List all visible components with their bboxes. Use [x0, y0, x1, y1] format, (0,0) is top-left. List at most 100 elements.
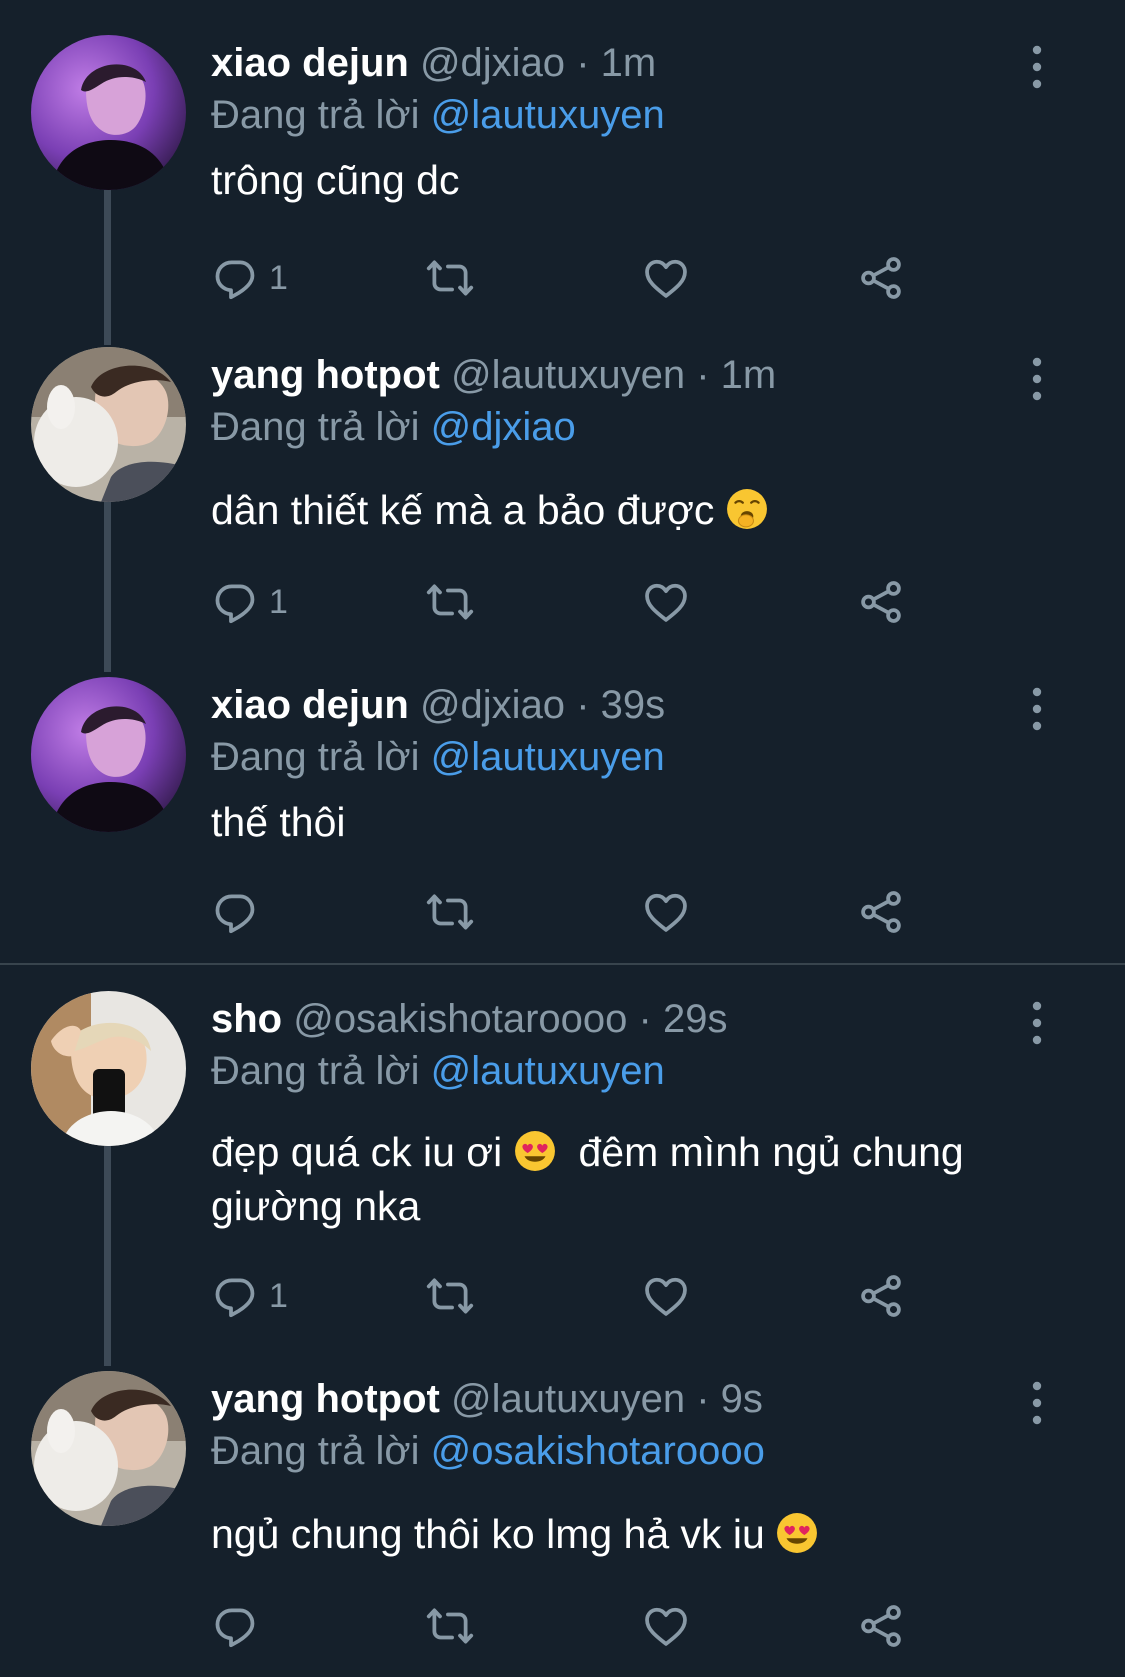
yawning-face-emoji	[726, 488, 768, 530]
reply-button[interactable]: 1	[211, 574, 288, 630]
avatar-xiao-dejun[interactable]	[31, 35, 186, 190]
timestamp[interactable]: 1m	[601, 41, 657, 85]
thread-line	[104, 1146, 111, 1366]
heart-eyes-emoji	[776, 1512, 818, 1554]
action-bar: 1	[211, 574, 931, 630]
like-button[interactable]	[641, 1598, 691, 1654]
like-button[interactable]	[641, 250, 691, 306]
more-options-icon[interactable]	[1027, 687, 1047, 731]
retweet-button[interactable]	[425, 1268, 475, 1324]
like-button[interactable]	[641, 1268, 691, 1324]
retweet-icon	[425, 253, 475, 303]
mention-link[interactable]: @osakishotaroooo	[431, 1429, 765, 1473]
reply-count: 1	[269, 582, 288, 621]
separator: ·	[696, 353, 710, 397]
like-button[interactable]	[641, 574, 691, 630]
display-name[interactable]: yang hotpot	[211, 1377, 440, 1421]
display-name[interactable]: xiao dejun	[211, 41, 409, 85]
retweet-button[interactable]	[425, 1598, 475, 1654]
share-icon	[856, 253, 906, 303]
reply-thread-feed: xiao dejun @djxiao · 1m Đang trả lời @la…	[0, 0, 1125, 1677]
action-bar	[211, 1598, 931, 1654]
replying-to-label: Đang trả lời	[211, 1049, 420, 1093]
share-icon	[856, 1601, 906, 1651]
tweet-text: đẹp quá ck iu ơi đêm mình ngủ chung giườn…	[211, 1125, 1051, 1233]
avatar-yang-hotpot[interactable]	[31, 1371, 186, 1526]
separator: ·	[576, 683, 590, 727]
display-name[interactable]: yang hotpot	[211, 353, 440, 397]
reply-icon	[211, 1601, 261, 1651]
reply-icon	[211, 253, 261, 303]
handle[interactable]: @djxiao	[420, 41, 565, 85]
action-bar	[211, 884, 931, 940]
tweet-3[interactable]: xiao dejun @djxiao · 39s Đang trả lời @l…	[0, 677, 1125, 937]
tweet-text-content: dân thiết kế mà a bảo được	[211, 487, 715, 533]
avatar-yang-hotpot[interactable]	[31, 347, 186, 502]
like-button[interactable]	[641, 884, 691, 940]
avatar-sho[interactable]	[31, 991, 186, 1146]
handle[interactable]: @lautuxuyen	[451, 353, 685, 397]
like-icon	[641, 253, 691, 303]
retweet-button[interactable]	[425, 884, 475, 940]
mention-link[interactable]: @djxiao	[431, 405, 576, 449]
reply-icon	[211, 1271, 261, 1321]
share-button[interactable]	[856, 250, 906, 306]
share-button[interactable]	[856, 1598, 906, 1654]
tweet-text: dân thiết kế mà a bảo được	[211, 483, 1051, 537]
replying-to: Đang trả lời @lautuxuyen	[211, 733, 665, 781]
reply-button[interactable]	[211, 884, 261, 940]
handle[interactable]: @osakishotaroooo	[293, 997, 627, 1041]
display-name[interactable]: xiao dejun	[211, 683, 409, 727]
more-options-icon[interactable]	[1027, 1381, 1047, 1425]
tweet-1[interactable]: xiao dejun @djxiao · 1m Đang trả lời @la…	[0, 35, 1125, 345]
retweet-button[interactable]	[425, 574, 475, 630]
separator: ·	[696, 1377, 710, 1421]
like-icon	[641, 577, 691, 627]
display-name[interactable]: sho	[211, 997, 282, 1041]
share-button[interactable]	[856, 884, 906, 940]
tweet-5[interactable]: yang hotpot @lautuxuyen · 9s Đang trả lờ…	[0, 1371, 1125, 1671]
retweet-icon	[425, 1271, 475, 1321]
reply-button[interactable]	[211, 1598, 261, 1654]
share-icon	[856, 887, 906, 937]
more-options-icon[interactable]	[1027, 45, 1047, 89]
timestamp[interactable]: 39s	[601, 683, 666, 727]
mention-link[interactable]: @lautuxuyen	[431, 735, 665, 779]
share-button[interactable]	[856, 1268, 906, 1324]
share-button[interactable]	[856, 574, 906, 630]
retweet-icon	[425, 887, 475, 937]
retweet-button[interactable]	[425, 250, 475, 306]
share-icon	[856, 577, 906, 627]
tweet-4[interactable]: sho @osakishotaroooo · 29s Đang trả lời …	[0, 991, 1125, 1366]
timestamp[interactable]: 1m	[721, 353, 777, 397]
tweet-text: trông cũng dc	[211, 157, 460, 203]
timestamp[interactable]: 9s	[721, 1377, 763, 1421]
like-icon	[641, 1271, 691, 1321]
action-bar: 1	[211, 1268, 931, 1324]
tweet-header: sho @osakishotaroooo · 29s	[211, 995, 727, 1043]
reply-button[interactable]: 1	[211, 1268, 288, 1324]
thread-line	[104, 190, 111, 345]
avatar-xiao-dejun[interactable]	[31, 677, 186, 832]
tweet-text-part1: đẹp quá ck iu ơi	[211, 1129, 503, 1175]
reply-button[interactable]: 1	[211, 250, 288, 306]
reply-icon	[211, 577, 261, 627]
more-options-icon[interactable]	[1027, 1001, 1047, 1045]
retweet-icon	[425, 577, 475, 627]
tweet-header: xiao dejun @djxiao · 1m	[211, 39, 656, 87]
replying-to-label: Đang trả lời	[211, 735, 420, 779]
timestamp[interactable]: 29s	[663, 997, 728, 1041]
thread-line	[104, 502, 111, 672]
mention-link[interactable]: @lautuxuyen	[431, 93, 665, 137]
separator: ·	[576, 41, 590, 85]
share-icon	[856, 1271, 906, 1321]
more-options-icon[interactable]	[1027, 357, 1047, 401]
tweet-2[interactable]: yang hotpot @lautuxuyen · 1m Đang trả lờ…	[0, 347, 1125, 672]
tweet-text: thế thôi	[211, 799, 346, 845]
tweet-text: ngủ chung thôi ko lmg hả vk iu	[211, 1507, 1051, 1561]
replying-to: Đang trả lời @osakishotaroooo	[211, 1427, 765, 1475]
handle[interactable]: @djxiao	[420, 683, 565, 727]
handle[interactable]: @lautuxuyen	[451, 1377, 685, 1421]
mention-link[interactable]: @lautuxuyen	[431, 1049, 665, 1093]
reply-icon	[211, 887, 261, 937]
